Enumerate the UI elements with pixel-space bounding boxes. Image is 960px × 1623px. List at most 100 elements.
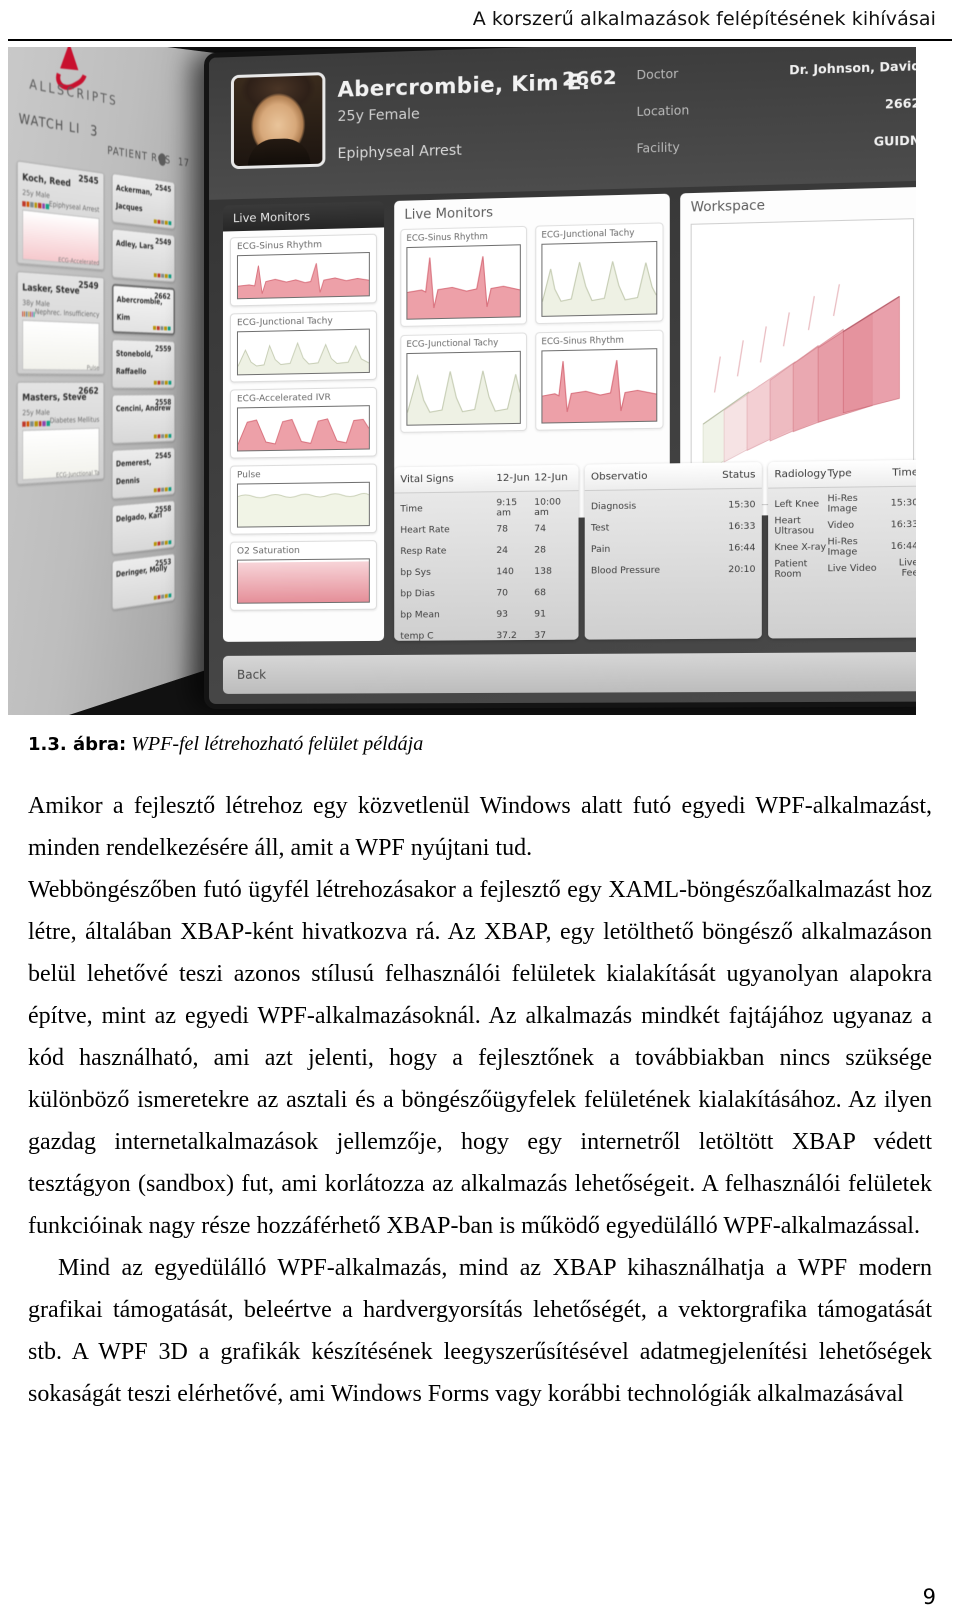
monitor-waveform xyxy=(406,244,520,319)
roster-item-chips xyxy=(154,540,172,546)
monitor-title: O2 Saturation xyxy=(237,545,370,556)
monitor-title: ECG-Junctional Tachy xyxy=(237,315,370,328)
roster-item[interactable]: Demerest, Dennis 2545 xyxy=(112,447,175,499)
roster-item[interactable]: Deringer, Molly 2553 xyxy=(112,553,175,610)
meta-value: Dr. Johnson, David xyxy=(789,59,916,78)
meta-value: 2662 xyxy=(885,96,916,112)
roster-item[interactable]: Delgado, Karl 2558 xyxy=(112,500,175,555)
table-row[interactable]: bp Sys 140 138 xyxy=(400,560,572,583)
watch-item-chips xyxy=(22,201,49,209)
roster-item-id: 2662 xyxy=(154,291,170,301)
monitor-waveform xyxy=(541,241,657,317)
table-row[interactable]: Left Knee Hi-Res Image 15:30 xyxy=(774,492,916,515)
body-text: Amikor a fejlesztő létrehoz egy közvetle… xyxy=(28,785,932,1415)
monitor-title: Pulse xyxy=(237,469,370,481)
monitor-card[interactable]: O2 Saturation xyxy=(230,540,377,611)
watch-item-condition: Diabetes Mellitus xyxy=(50,416,100,425)
patient-detail-panel: Abercrombie, Kim E. 25y Female Epiphysea… xyxy=(204,47,916,709)
watch-item-id: 2662 xyxy=(78,387,98,397)
monitor-card[interactable]: ECG-Accelerated IVR xyxy=(230,387,377,459)
roster-item[interactable]: Stonebold, Raffaello 2559 xyxy=(112,339,175,388)
table-row[interactable]: Test 16:33 xyxy=(591,515,756,538)
roster-item[interactable]: Cencini, Andrew 2558 xyxy=(112,394,175,444)
watch-item-chips xyxy=(22,421,49,427)
table-body: Time 9:15 am 10:00 am Heart Rate 78 74 Resp … xyxy=(394,491,578,641)
meta-row: Facility GUIDN xyxy=(637,133,916,156)
table-row[interactable]: Blood Pressure 20:10 xyxy=(591,559,756,582)
live-monitors-list: ECG-Sinus Rhythm ECG-Junctional Tachy EC… xyxy=(223,227,384,641)
running-head-text: A korszerű alkalmazások felépítésének ki… xyxy=(473,8,936,30)
table-row[interactable]: Heart Rate 78 74 xyxy=(400,518,572,541)
watch-item-demo: 38y Male Nephrec. Insufficiency xyxy=(22,299,99,311)
watch-item-sparkline xyxy=(22,320,99,371)
running-head: A korszerű alkalmazások felépítésének ki… xyxy=(0,0,960,38)
monitor-card[interactable]: ECG-Junctional Tachy xyxy=(230,310,377,382)
roster-item[interactable]: Ackerman, Jacques 2545 xyxy=(112,173,175,229)
monitor-waveform xyxy=(237,482,370,528)
roster-item-chips xyxy=(153,326,171,331)
watch-list-item[interactable]: Koch, Reed 2545 25y Male Epiphyseal Arres… xyxy=(17,160,104,270)
tab-live-monitors[interactable]: Live Monitors xyxy=(223,201,384,231)
watch-item-chips xyxy=(22,311,35,317)
watch-item-name: Koch, Reed xyxy=(22,173,71,190)
watch-list-count: 3 xyxy=(90,123,98,140)
table-row[interactable]: Diagnosis 15:30 xyxy=(591,494,756,517)
monitor-title: ECG-Sinus Rhythm xyxy=(237,239,370,252)
roster-item-chips xyxy=(154,434,172,438)
table-row[interactable]: Knee X-ray Hi-Res Image 16:44 xyxy=(774,535,916,558)
watch-item-id: 2545 xyxy=(78,174,98,187)
roster-item-id: 2549 xyxy=(155,237,171,247)
monitor-card[interactable]: ECG-Junctional Tachy xyxy=(535,222,663,324)
watch-list-column[interactable]: Koch, Reed 2545 25y Male Epiphyseal Arres… xyxy=(17,160,104,492)
paragraph-3: Mind az egyedülálló WPF-alkalmazás, mind… xyxy=(28,1247,932,1415)
watch-list-header: WATCH LI 3 xyxy=(19,110,99,140)
table-row[interactable]: Resp Rate 24 28 xyxy=(400,539,572,562)
roster-item-chips xyxy=(154,273,172,278)
monitor-card[interactable]: ECG-Sinus Rhythm xyxy=(230,234,377,307)
roster-menu-icon[interactable] xyxy=(159,153,166,166)
meta-row: Location 2662 xyxy=(637,96,916,119)
roster-item-chips xyxy=(154,381,172,385)
table-row[interactable]: bp Mean 93 91 xyxy=(400,603,572,626)
table-header-row: Observatio Status xyxy=(585,462,762,491)
live-monitors-grid-header: Live Monitors xyxy=(404,201,663,223)
table-row[interactable]: Time 9:15 am 10:00 am xyxy=(400,496,572,519)
watch-item-chart-label: Pulse xyxy=(87,365,100,372)
back-button[interactable]: Back xyxy=(223,652,916,694)
observation-table: Observatio Status Diagnosis 15:30 Test 16:… xyxy=(585,462,762,640)
monitor-card[interactable]: ECG-Junctional Tachy xyxy=(400,332,527,432)
monitor-waveform xyxy=(237,558,370,603)
live-monitors-panel: Live Monitors ECG-Sinus Rhythm ECG-Junct… xyxy=(223,201,384,642)
patient-roster-column[interactable]: Ackerman, Jacques 2545 Adley, Lars 2549 … xyxy=(112,173,175,616)
table-body: Left Knee Hi-Res Image 15:30 Heart Ultraso… xyxy=(768,487,916,639)
allscripts-logo-icon xyxy=(53,47,83,87)
monitor-waveform xyxy=(237,405,370,451)
paragraph-1: Amikor a fejlesztő létrehoz egy közvetle… xyxy=(28,785,932,869)
table-row[interactable]: Heart Ultrasou Video 16:33 xyxy=(774,514,916,537)
roster-item-id: 2545 xyxy=(155,451,171,460)
monitor-card[interactable]: Pulse xyxy=(230,464,377,535)
roster-item-id: 2553 xyxy=(155,557,171,568)
watch-list-item[interactable]: Lasker, Steve 2549 38y Male Nephrec. Insu… xyxy=(17,271,104,375)
monitor-card[interactable]: ECG-Sinus Rhythm xyxy=(535,330,663,431)
watch-item-condition: Epiphyseal Arrest xyxy=(49,200,99,214)
patient-header: Abercrombie, Kim E. 25y Female Epiphysea… xyxy=(209,47,916,200)
watch-item-name: Masters, Steve xyxy=(22,393,86,404)
table-row[interactable]: Patient Room Live Video Live Fee xyxy=(774,557,916,580)
monitor-card[interactable]: ECG-Sinus Rhythm xyxy=(400,226,527,327)
table-row[interactable]: bp Dias 70 68 xyxy=(400,582,572,605)
patient-name: Abercrombie, Kim E. xyxy=(338,70,591,102)
column-header: Type xyxy=(827,468,880,480)
table-row[interactable]: Pain 16:44 xyxy=(591,537,756,560)
roster-item-selected[interactable]: Abercrombie, Kim 2662 xyxy=(112,284,175,336)
table-header-row: Radiology Type Time xyxy=(768,460,916,489)
watch-item-demo: 25y Male Diabetes Mellitus xyxy=(22,408,99,418)
watch-item-id: 2549 xyxy=(78,281,98,292)
figure-caption: 1.3. ábra: WPF-fel létrehozható felület … xyxy=(28,731,928,757)
monitor-title: ECG-Accelerated IVR xyxy=(237,392,370,404)
patient-roster-header: PATIENT ROS 17 xyxy=(107,144,189,170)
watch-list-item[interactable]: Masters, Steve 2662 25y Male Diabetes Mel… xyxy=(17,382,104,485)
header-rule xyxy=(8,39,952,41)
table-row[interactable]: temp C 37.2 37 xyxy=(400,624,572,640)
roster-item[interactable]: Adley, Lars 2549 xyxy=(112,228,175,282)
